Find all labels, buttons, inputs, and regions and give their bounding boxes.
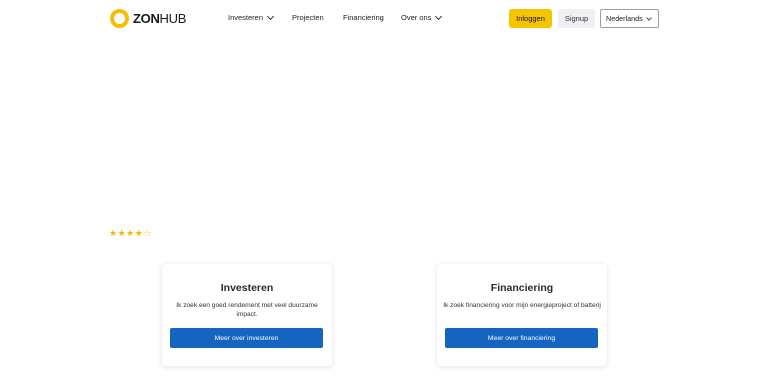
meer-over-investeren-button[interactable]: Meer over investeren xyxy=(170,328,323,348)
chevron-down-icon xyxy=(435,12,443,20)
card-investeren: Investeren Ik zoek een goed rendement me… xyxy=(162,264,332,366)
star-filled-icon: ★ xyxy=(134,228,143,238)
nav-item-label: Investeren xyxy=(228,13,264,22)
card-title: Investeren xyxy=(220,282,274,294)
nav-item-label: Projecten xyxy=(292,13,324,22)
chevron-down-icon xyxy=(646,15,652,21)
signup-button[interactable]: Signup xyxy=(558,9,595,28)
zonhub-logo[interactable]: ZONHUB xyxy=(110,9,186,28)
login-button[interactable]: Inloggen xyxy=(509,9,552,28)
sun-ring-icon xyxy=(110,9,129,28)
card-description: Ik zoek financiering voor mijn energiepr… xyxy=(443,302,601,309)
card-description: Ik zoek een goed rendement met veel duur… xyxy=(176,302,318,318)
nav-item-projecten[interactable]: Projecten xyxy=(292,13,324,22)
nav-item-over-ons[interactable]: Over ons xyxy=(401,12,443,22)
star-filled-icon: ★ xyxy=(126,228,135,238)
star-filled-icon: ★ xyxy=(109,228,118,238)
language-select-value: Nederlands xyxy=(606,14,643,23)
nav-item-investeren[interactable]: Investeren xyxy=(228,12,275,22)
card-financiering: Financiering Ik zoek financiering voor m… xyxy=(437,264,607,366)
site-header: ZONHUB Investeren Projecten Financiering… xyxy=(0,0,768,38)
nav-item-label: Over ons xyxy=(401,13,432,22)
language-select[interactable]: Nederlands xyxy=(600,9,659,28)
star-filled-icon: ★ xyxy=(117,228,126,238)
star-empty-icon: ☆ xyxy=(143,228,152,238)
nav-item-financiering[interactable]: Financiering xyxy=(343,13,384,22)
meer-over-financiering-button[interactable]: Meer over financiering xyxy=(445,328,598,348)
nav-item-label: Financiering xyxy=(343,13,384,22)
chevron-down-icon xyxy=(266,12,275,20)
rating-stars: ★ ★ ★ ★ ☆ xyxy=(109,228,152,238)
card-title: Financiering xyxy=(490,282,554,294)
logo-wordmark: ZONHUB xyxy=(133,11,187,26)
